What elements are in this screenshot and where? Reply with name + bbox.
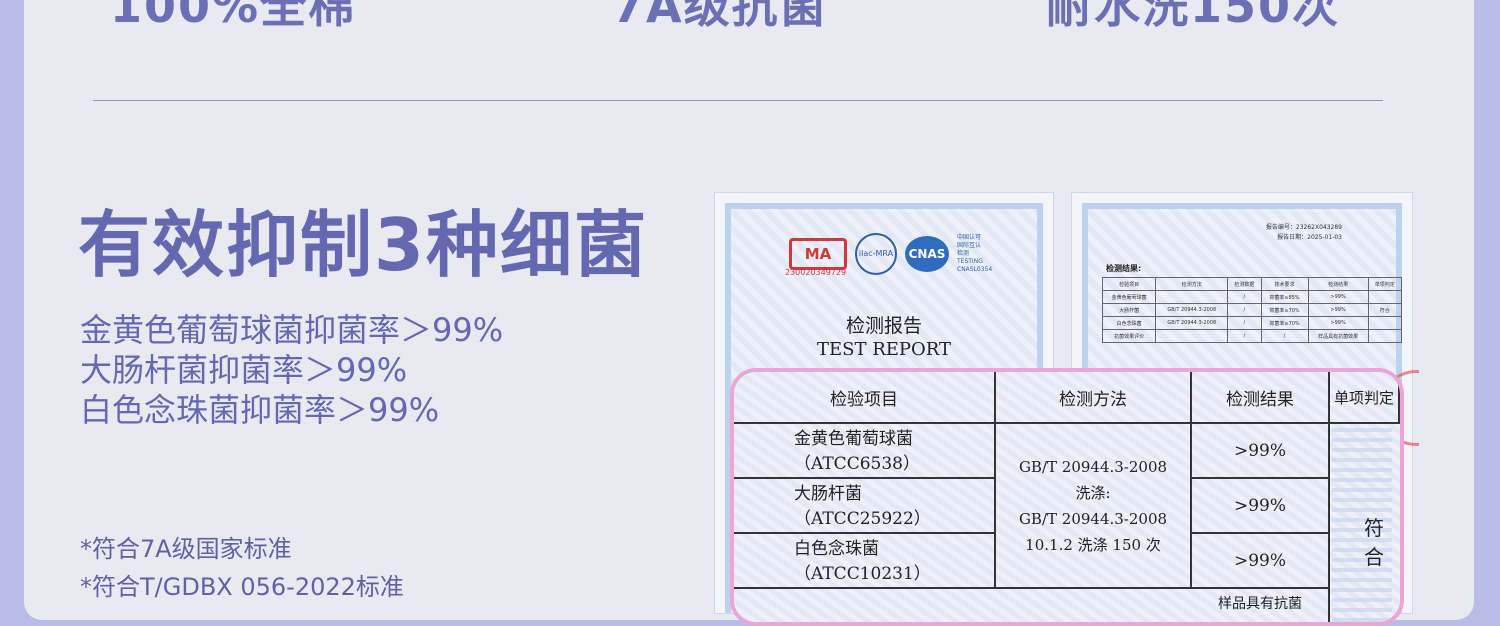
- note-tgdbx: *符合T/GDBX 056-2022标准: [80, 573, 404, 601]
- zoom-item-name: 大肠杆菌: [794, 484, 862, 504]
- report-title-en: TEST REPORT: [816, 339, 951, 360]
- rate-candida: 白色念珠菌抑菌率＞99%: [80, 391, 440, 429]
- table-row: 检验项目 检测方法 检测数据 技术要求 检测结果 单项判定: [1101, 277, 1403, 291]
- cnas-caption: 中国认可 国际互认 检测 TESTING CNASL0354: [957, 234, 993, 273]
- results-label: 检测结果:: [1106, 264, 1142, 273]
- table-row: 白色念珠菌 （ATCC10231）: [734, 534, 996, 589]
- zoom-header-item: 检验项目: [734, 372, 996, 424]
- table-row: 金黄色葡萄球菌 / 抑菌率≥85% >99%: [1101, 290, 1403, 304]
- zoom-item-name: 白色念珠菌: [794, 539, 879, 559]
- report-date: 报告日期：2025-01-03: [1277, 234, 1342, 241]
- zoomed-results-callout: 检验项目 检测方法 检测结果 单项判定 金黄色葡萄球菌 （ATCC6538） 大…: [730, 368, 1404, 626]
- feature-washable: 耐水洗150次: [1046, 0, 1341, 33]
- cma-logo: MA: [789, 238, 847, 270]
- table-row: 大肠杆菌 GB/T 20944.3-2008 / 抑菌率≥70% >99% 符合: [1101, 303, 1403, 317]
- zoom-header-verdict: 单项判定: [1330, 372, 1400, 424]
- report-title-cn: 检测报告: [845, 315, 922, 337]
- zoom-verdict: 符合: [1364, 516, 1384, 569]
- zoom-result-staph: >99%: [1192, 424, 1330, 479]
- cma-number: 230020349729: [785, 268, 847, 277]
- zoom-result-ecoli: >99%: [1192, 479, 1330, 534]
- rate-ecoli: 大肠杆菌抑菌率＞99%: [80, 351, 408, 389]
- zoom-item-name: 金黄色葡萄球菌: [794, 429, 913, 449]
- zoom-item-code: （ATCC10231）: [794, 564, 931, 584]
- report-meta: 报告编号：23262X043289 报告日期：2025-01-03: [1266, 223, 1342, 243]
- report-number: 报告编号：23262X043289: [1265, 224, 1342, 231]
- table-row: 大肠杆菌 （ATCC25922）: [734, 479, 996, 534]
- divider: [93, 100, 1383, 101]
- zoom-footer-cell: 样品具有抗菌: [1192, 589, 1330, 622]
- zoom-header-method: 检测方法: [996, 372, 1192, 424]
- cnas-logo: CNAS: [905, 236, 949, 272]
- zoom-item-code: （ATCC25922）: [794, 509, 931, 529]
- zoom-header-result: 检测结果: [1192, 372, 1330, 424]
- standard-notes: *符合7A级国家标准 *符合T/GDBX 056-2022标准: [80, 530, 404, 606]
- feature-antibacterial: 7A级抗菌: [612, 0, 828, 33]
- rate-staph: 金黄色葡萄球菌抑菌率＞99%: [80, 311, 504, 349]
- table-row: 金黄色葡萄球菌 （ATCC6538）: [734, 424, 996, 479]
- table-row: 抗菌效果评价 / / 样品具有抗菌效果: [1101, 329, 1403, 343]
- note-7a: *符合7A级国家标准: [80, 535, 292, 563]
- table-row: 白色念珠菌 GB/T 20944.3-2008 / 抑菌率≥70% >99%: [1101, 316, 1403, 330]
- zoom-method-cell: GB/T 20944.3-2008 洗涤: GB/T 20944.3-2008 …: [996, 424, 1192, 589]
- feature-cotton: 100%全棉: [110, 0, 357, 33]
- zoom-result-candida: >99%: [1192, 534, 1330, 589]
- zoom-item-code: （ATCC6538）: [794, 454, 920, 474]
- results-mini-table: 检验项目 检测方法 检测数据 技术要求 检测结果 单项判定 金黄色葡萄球菌 / …: [1101, 277, 1403, 343]
- ilac-logo: ilac-MRA: [855, 233, 897, 275]
- headline: 有效抑制3种细菌: [78, 203, 649, 287]
- rate-list: 金黄色葡萄球菌抑菌率＞99% 大肠杆菌抑菌率＞99% 白色念珠菌抑菌率＞99%: [80, 310, 503, 430]
